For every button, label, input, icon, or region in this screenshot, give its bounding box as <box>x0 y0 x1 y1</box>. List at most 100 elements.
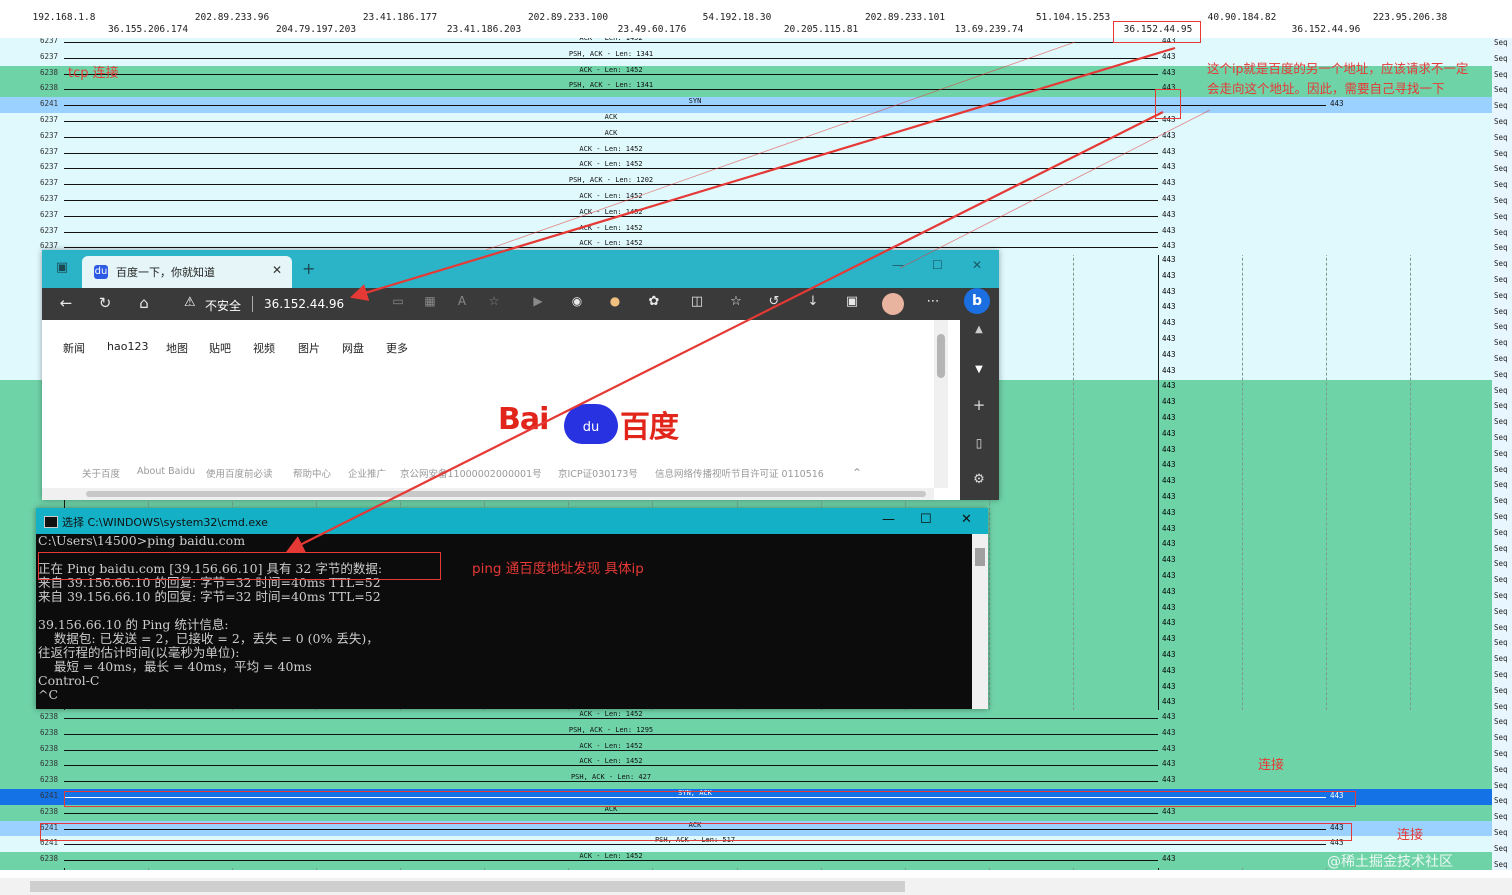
sidebar-panel-icon[interactable]: ▯ <box>969 436 989 450</box>
split-screen-icon[interactable]: ◫ <box>687 294 707 309</box>
nav-hao123[interactable]: hao123 <box>107 340 148 353</box>
packet-label: PSH, ACK - Len: 1341 <box>568 49 654 58</box>
flow-row[interactable]: 6237 ACK 443 <box>0 128 1492 145</box>
flow-arrow <box>64 42 1158 43</box>
flow-row[interactable]: 6241 SYN 443 <box>0 97 1492 114</box>
sidebar-scroll-down-icon[interactable]: ▼ <box>969 364 989 375</box>
console-line: 数据包: 已发送 = 2，已接收 = 2，丢失 = 0 (0% 丢失)， <box>38 631 379 646</box>
favorite-add-icon[interactable]: ☆ <box>484 294 504 308</box>
bing-icon[interactable]: b <box>964 288 990 314</box>
address-bar[interactable]: ⚠ 不安全 36.152.44.96 <box>170 292 500 316</box>
footer-license[interactable]: 信息网络传播视听节目许可证 0110516 <box>655 466 824 480</box>
close-window-icon[interactable]: ✕ <box>972 258 982 272</box>
seq-label: Seq <box>1494 369 1508 379</box>
flow-row[interactable]: 6237 ACK - Len: 1452 443 <box>0 160 1492 177</box>
seq-label: Seq <box>1494 101 1508 111</box>
extension-icon[interactable]: ◉ <box>567 294 587 308</box>
cmd-minimize-icon[interactable]: — <box>882 512 895 527</box>
tab-bar: ▣ du 百度一下，你就知道 ✕ + — ☐ ✕ <box>42 250 999 288</box>
baidu-favicon-icon: du <box>94 265 108 279</box>
nav-map[interactable]: 地图 <box>166 340 188 356</box>
cmd-close-icon[interactable]: ✕ <box>961 512 972 527</box>
footer-icp[interactable]: 京ICP证030173号 <box>558 466 638 480</box>
flow-row[interactable]: 6237 ACK - Len: 1452 443 <box>0 207 1492 224</box>
footer-help[interactable]: 帮助中心 <box>293 466 331 480</box>
footer-about[interactable]: 关于百度 <box>82 466 120 480</box>
seq-label: Seq <box>1494 670 1508 679</box>
back-icon[interactable]: ← <box>56 294 76 312</box>
flow-row[interactable]: 6237 ACK - Len: 1452 443 <box>0 223 1492 240</box>
minimize-icon[interactable]: — <box>892 258 904 272</box>
cmd-scrollbar[interactable] <box>972 534 988 709</box>
maximize-icon[interactable]: ☐ <box>932 258 943 272</box>
collections-icon[interactable]: ▣ <box>842 294 862 309</box>
console-line: C:\Users\14500>ping baidu.com <box>38 533 246 548</box>
nav-image[interactable]: 图片 <box>298 340 320 356</box>
page-scroll-thumb[interactable] <box>937 334 945 378</box>
footer-police[interactable]: 京公网安备11000002000001号 <box>400 466 542 480</box>
play-icon[interactable]: ▶ <box>528 294 548 308</box>
insecure-label[interactable]: 不安全 <box>205 297 241 314</box>
cmd-maximize-icon[interactable]: ☐ <box>920 512 932 527</box>
grid-icon[interactable]: ▦ <box>420 294 440 308</box>
flow-row[interactable]: 6238 ACK 443 <box>0 804 1492 821</box>
tab-baidu[interactable]: du 百度一下，你就知道 ✕ <box>82 256 292 288</box>
seq-label: Seq <box>1494 148 1508 158</box>
packet-label: PSH, ACK - Len: 427 <box>570 773 652 782</box>
more-menu-icon[interactable]: ⋯ <box>923 294 943 309</box>
dst-port: 443 <box>1162 397 1176 407</box>
sidebar-scroll-up-icon[interactable]: ▲ <box>969 324 989 335</box>
nav-more[interactable]: 更多 <box>386 340 408 356</box>
nav-video[interactable]: 视频 <box>253 340 275 356</box>
flow-arrow <box>64 860 1158 862</box>
synack-highlight-box <box>64 791 1356 807</box>
read-aloud-icon[interactable]: A <box>452 294 472 308</box>
favorites-icon[interactable]: ☆ <box>726 294 746 309</box>
note-line-1: 这个ip就是百度的另一个地址，应该请求不一定 <box>1207 61 1469 76</box>
host-label: 36.152.44.96 <box>1291 24 1361 35</box>
host-header: 192.168.1.8 202.89.233.96 23.41.186.177 202… <box>0 0 1512 38</box>
scroll-thumb[interactable] <box>30 881 905 892</box>
new-tab-button[interactable]: + <box>302 259 315 278</box>
flow-row[interactable]: 6238 PSH, ACK - Len: 427 443 <box>0 773 1492 790</box>
host-label: 40.90.184.82 <box>1207 12 1277 23</box>
download-icon[interactable]: ↓ <box>803 294 823 309</box>
seq-label: Seq <box>1494 417 1508 427</box>
page-hscroll-thumb[interactable] <box>86 491 926 497</box>
src-port: 6238 <box>40 712 59 721</box>
nav-pan[interactable]: 网盘 <box>342 340 364 356</box>
flow-row[interactable]: 6238 ACK - Len: 1452 443 <box>0 852 1492 869</box>
home-icon[interactable]: ⌂ <box>134 294 154 312</box>
refresh-icon[interactable]: ↻ <box>95 294 115 312</box>
footer-chevron-up-icon[interactable]: ⌃ <box>852 466 862 480</box>
dst-port: 443 <box>1162 507 1176 517</box>
footer-terms[interactable]: 使用百度前必读 <box>206 466 273 480</box>
app-available-icon[interactable]: ▭ <box>388 294 408 308</box>
flow-row[interactable]: 6238 PSH, ACK - Len: 1295 443 <box>0 725 1492 742</box>
settings-gear-icon[interactable]: ⚙ <box>969 472 989 487</box>
flow-row[interactable]: 6237 PSH, ACK - Len: 1202 443 <box>0 176 1492 193</box>
extensions-icon[interactable]: ✿ <box>644 294 664 309</box>
sidebar-add-icon[interactable]: + <box>969 396 989 414</box>
url-text[interactable]: 36.152.44.96 <box>264 297 344 311</box>
profile-avatar[interactable] <box>882 293 904 315</box>
nav-tieba[interactable]: 贴吧 <box>209 340 231 356</box>
footer-about-en[interactable]: About Baidu <box>137 466 195 477</box>
tab-close-icon[interactable]: ✕ <box>272 263 282 277</box>
horizontal-scrollbar[interactable] <box>0 878 1512 895</box>
baidu-logo-left: Bai <box>498 402 549 437</box>
nav-news[interactable]: 新闻 <box>63 340 85 356</box>
page-vertical-scrollbar[interactable] <box>934 320 948 488</box>
flow-row[interactable]: 6237 ACK 443 <box>0 113 1492 129</box>
src-port: 6238 <box>40 759 59 769</box>
seq-label: Seq <box>1494 749 1508 758</box>
workspace-icon[interactable]: ▣ <box>52 260 72 275</box>
flow-row[interactable]: 6238 ACK - Len: 1452 443 <box>0 710 1492 726</box>
cookie-icon[interactable]: ● <box>605 294 625 308</box>
flow-row[interactable]: 6237 ACK - Len: 1452 443 <box>0 192 1492 208</box>
cmd-scroll-thumb[interactable] <box>975 548 985 566</box>
footer-ads[interactable]: 企业推广 <box>348 466 386 480</box>
history-icon[interactable]: ↺ <box>764 294 784 309</box>
flow-row[interactable]: 6237 ACK - Len: 1452 443 <box>0 144 1492 161</box>
page-horizontal-scrollbar[interactable] <box>42 488 934 500</box>
